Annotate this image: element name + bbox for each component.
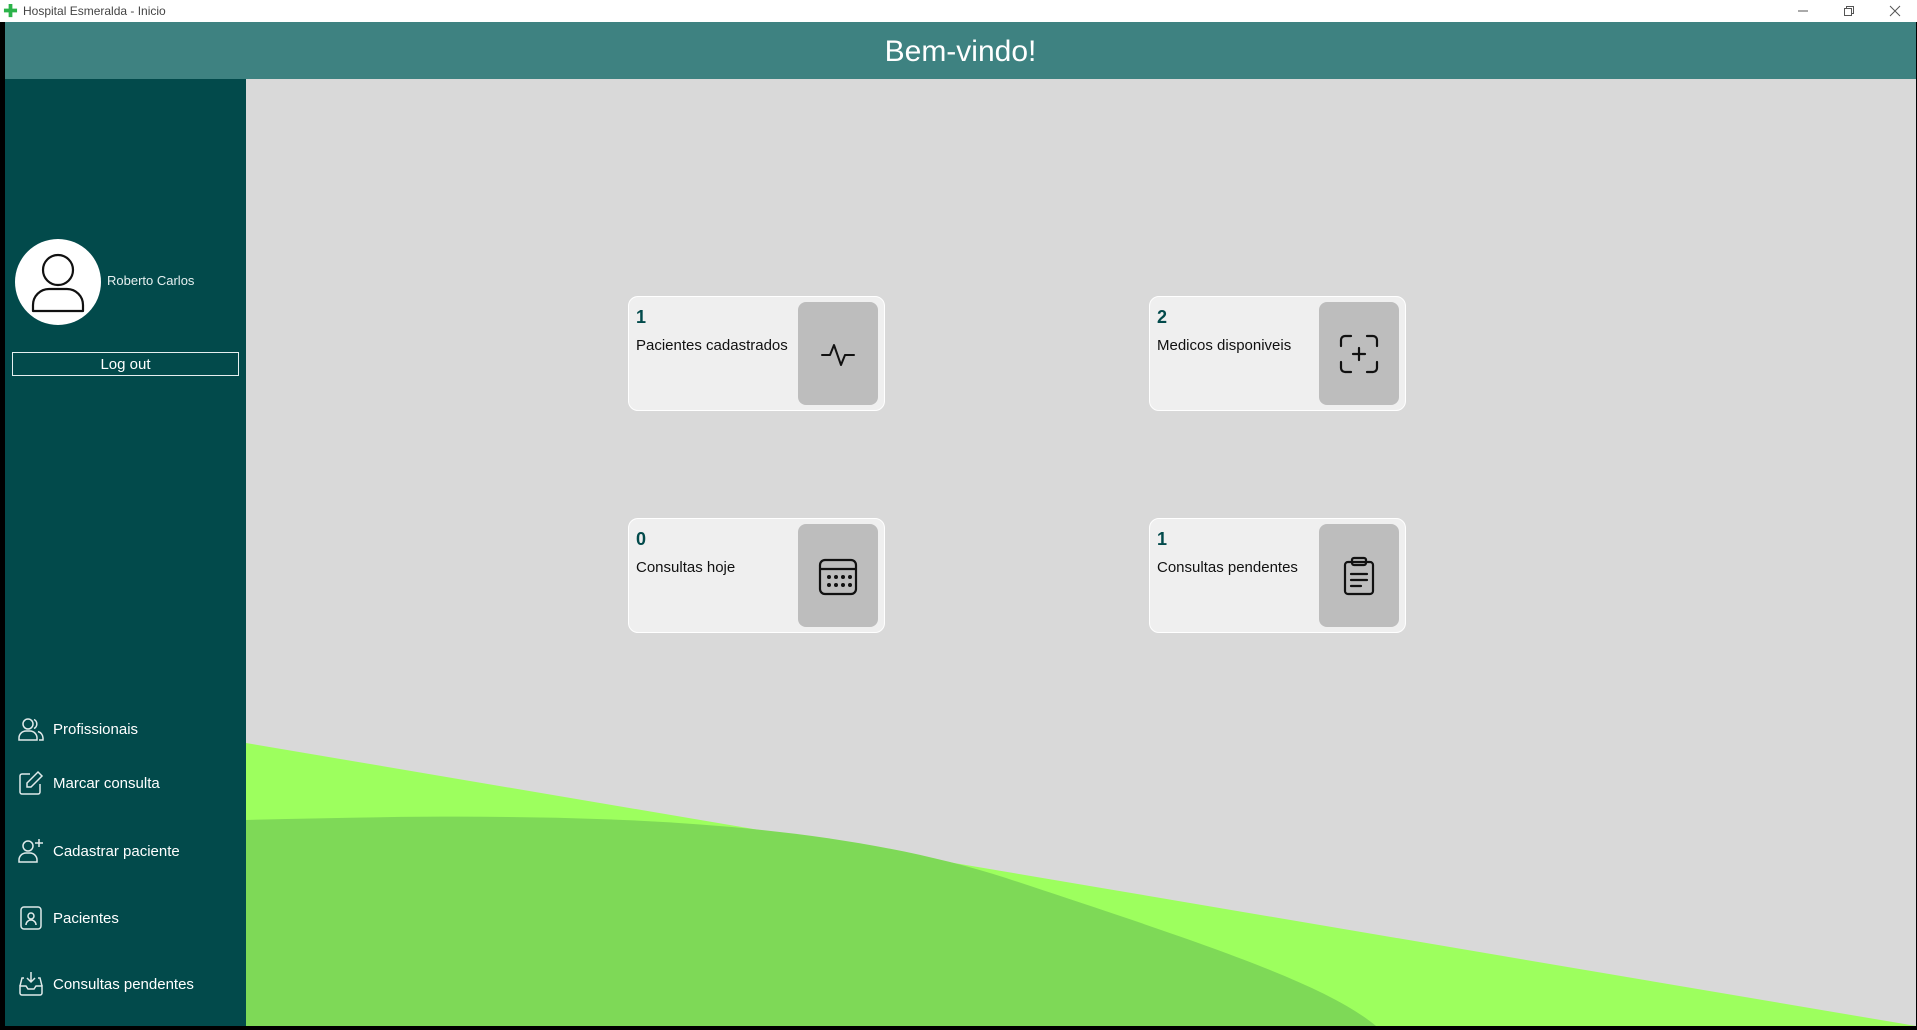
nav-item-consultas-pendentes[interactable]: Consultas pendentes	[17, 968, 242, 1000]
app-window: Bem-vindo! Roberto Carlos Log out Profis…	[5, 22, 1916, 1026]
stat-count: 1	[636, 307, 647, 327]
nav-item-cadastrar-paciente[interactable]: Cadastrar paciente	[17, 835, 242, 867]
maximize-button[interactable]	[1826, 0, 1872, 22]
minimize-button[interactable]	[1780, 0, 1826, 22]
nav-item-profissionais[interactable]: Profissionais	[17, 713, 242, 745]
user-name: Roberto Carlos	[107, 273, 195, 288]
stat-label: Consultas hoje	[636, 559, 736, 576]
avatar	[15, 239, 101, 325]
stat-icon-box	[1319, 524, 1399, 627]
nav-item-label: Cadastrar paciente	[53, 842, 180, 860]
window-title-bar: Hospital Esmeralda - Inicio	[0, 0, 1917, 22]
nav-item-label: Marcar consulta	[53, 774, 160, 792]
close-button[interactable]	[1872, 0, 1917, 22]
restore-icon	[1844, 6, 1854, 16]
stat-card-consultas-hoje: 0 Consultas hoje	[628, 518, 885, 633]
stat-label: Pacientes cadastrados	[636, 337, 788, 354]
user-avatar-icon	[31, 253, 85, 313]
nav-item-pacientes[interactable]: Pacientes	[17, 902, 242, 934]
scan-plus-icon	[1339, 334, 1379, 373]
stat-label: Medicos disponiveis	[1157, 337, 1292, 354]
nav-item-label: Consultas pendentes	[53, 975, 194, 993]
stat-icon-box	[798, 524, 878, 627]
user-plus-icon	[18, 839, 43, 863]
nav-item-label: Profissionais	[53, 720, 139, 738]
inbox-download-icon	[19, 972, 43, 996]
stat-label: Consultas pendentes	[1157, 559, 1298, 576]
dashboard-content: 1 Pacientes cadastrados 2 Medicos dispon…	[246, 79, 1916, 1026]
stat-count: 2	[1157, 307, 1168, 327]
stat-card-pacientes: 1 Pacientes cadastrados	[628, 296, 885, 411]
sidebar: Roberto Carlos Log out Profissionais Mar…	[5, 79, 246, 1026]
nav-item-marcar-consulta[interactable]: Marcar consulta	[17, 767, 242, 799]
welcome-heading: Bem-vindo!	[884, 35, 1037, 68]
calendar-icon	[818, 558, 858, 595]
edit-icon	[19, 770, 44, 795]
stat-count: 1	[1157, 529, 1168, 549]
nav-item-label: Pacientes	[53, 909, 119, 927]
stat-icon-box	[1319, 302, 1399, 405]
stat-count: 0	[636, 529, 647, 549]
header-bar: Bem-vindo!	[5, 22, 1916, 79]
heartbeat-icon	[821, 343, 855, 366]
stat-card-medicos: 2 Medicos disponiveis	[1149, 296, 1406, 411]
app-logo-icon	[3, 3, 18, 18]
logout-button[interactable]: Log out	[12, 352, 239, 376]
close-icon	[1889, 5, 1901, 17]
background-waves	[246, 743, 1916, 1026]
id-badge-icon	[20, 906, 42, 930]
users-icon	[18, 718, 44, 741]
stat-icon-box	[798, 302, 878, 405]
minimize-icon	[1798, 10, 1808, 12]
window-title: Hospital Esmeralda - Inicio	[23, 4, 166, 18]
clipboard-icon	[1343, 556, 1375, 595]
stat-card-consultas-pendentes: 1 Consultas pendentes	[1149, 518, 1406, 633]
